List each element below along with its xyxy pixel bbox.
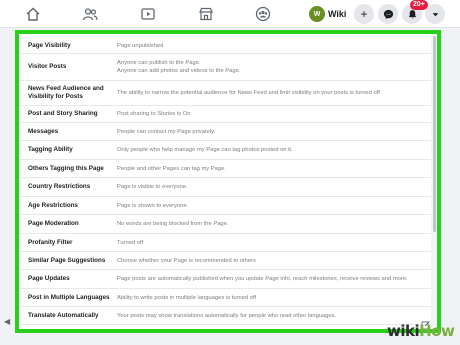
setting-value-line: Ability to write posts in multiple langu… [117, 294, 257, 301]
setting-label: Translate Automatically [28, 311, 99, 319]
settings-row[interactable]: Post and Story Sharing Post sharing to St… [19, 106, 431, 123]
scroll-left-icon[interactable]: ◀ [4, 317, 12, 326]
setting-value: Most recent comments are shown for my Pa… [113, 325, 431, 334]
messenger-button[interactable] [378, 4, 398, 24]
marketplace-icon[interactable] [197, 5, 215, 23]
setting-label: Post in Multiple Languages [28, 293, 110, 301]
settings-row[interactable]: Similar Page Suggestions Choose whether y… [19, 252, 431, 270]
settings-row[interactable]: Profanity Filter Turned off [19, 234, 431, 252]
settings-row[interactable]: Page Visibility Page unpublished [19, 38, 431, 54]
setting-value-line: The ability to narrow the potential audi… [117, 90, 380, 96]
setting-value: People and other Pages can tag my Page. [113, 160, 431, 177]
setting-label: Tagging Ability [28, 146, 73, 153]
setting-value-line: Most recent comments are shown for my Pa… [117, 330, 431, 334]
setting-label: Messages [28, 127, 59, 135]
watch-video-icon[interactable] [139, 5, 157, 23]
setting-value-line: Page posts are automatically published w… [117, 276, 408, 282]
setting-value-line: Your posts may show translations automat… [117, 312, 337, 319]
messenger-icon [383, 9, 393, 19]
setting-label: Others Tagging this Page [28, 164, 104, 172]
watermark-part2: How [419, 322, 455, 340]
settings-row[interactable]: Messages People can contact my Page priva… [19, 123, 431, 141]
setting-label: Page Updates [28, 275, 70, 282]
scrollbar-thumb[interactable] [433, 36, 436, 232]
setting-value-line: Page is shown to everyone. [117, 202, 189, 209]
avatar: W [309, 6, 325, 22]
setting-value-line: People and other Pages can tag my Page. [117, 165, 226, 172]
account-menu-button[interactable] [425, 4, 445, 24]
setting-value-line: No words are being blocked from the Page… [117, 221, 229, 227]
settings-row[interactable]: Comment Ranking Most recent comments are … [19, 325, 431, 334]
settings-row[interactable]: Others Tagging this Page People and other… [19, 160, 431, 178]
settings-row[interactable]: Page Moderation No words are being blocke… [19, 215, 431, 234]
setting-label: Page Moderation [28, 220, 79, 227]
setting-label: Country Restrictions [28, 183, 91, 190]
setting-value: Your posts may show translations automat… [113, 307, 431, 324]
wikihow-watermark: wikiHow [387, 322, 455, 340]
bell-icon [408, 9, 416, 18]
setting-value-line: Turned off [117, 239, 144, 246]
setting-value-line: Anyone can add photos and videos to the … [117, 68, 241, 74]
plus-icon: + [360, 7, 368, 21]
settings-row[interactable]: Visitor Posts Anyone can publish to the P… [19, 54, 431, 81]
groups-icon[interactable] [254, 5, 272, 23]
setting-value-line: Post sharing to Stories is On [117, 111, 191, 117]
settings-row[interactable]: Age Restrictions Page is shown to everyon… [19, 197, 431, 215]
setting-label: Similar Page Suggestions [28, 256, 106, 264]
caret-down-icon [432, 12, 438, 16]
create-button[interactable]: + [354, 4, 374, 24]
setting-value: Turned off [113, 234, 431, 251]
setting-value: Ability to write posts in multiple langu… [113, 289, 431, 306]
setting-label: Page Visibility [28, 41, 71, 49]
setting-label: Post and Story Sharing [28, 110, 98, 117]
top-navigation-bar: W Wiki + 20+ [0, 0, 460, 28]
setting-value-line: Only people who help manage my Page can … [117, 147, 293, 153]
setting-value: Anyone can publish to the Page. Anyone ca… [113, 54, 431, 80]
home-icon[interactable] [24, 5, 42, 23]
setting-value-line: People can contact my Page privately. [117, 128, 216, 135]
setting-value: The ability to narrow the potential audi… [113, 81, 431, 105]
setting-label: Visitor Posts [28, 63, 67, 70]
settings-row[interactable]: Post in Multiple Languages Ability to wri… [19, 289, 431, 307]
setting-label: Comment Ranking [19, 325, 113, 329]
setting-value-line: Choose whether your Page is recommended … [117, 257, 256, 264]
setting-value: People can contact my Page privately. [113, 123, 431, 140]
watermark-part1: wiki [387, 322, 420, 340]
setting-value: Page is visible to everyone. [113, 178, 431, 196]
setting-label: Age Restrictions [28, 201, 79, 209]
setting-value: Page posts are automatically published w… [113, 270, 431, 288]
settings-row[interactable]: Page Updates Page posts are automatically… [19, 270, 431, 289]
settings-row[interactable]: Tagging Ability Only people who help mana… [19, 141, 431, 160]
page-settings-panel: Page Visibility Page unpublished Visitor P… [15, 30, 441, 333]
scrollbar[interactable] [431, 34, 437, 329]
setting-value-line: Anyone can publish to the Page. [117, 60, 201, 66]
setting-value: Post sharing to Stories is On [113, 106, 431, 122]
friends-icon[interactable] [81, 5, 99, 23]
setting-value: No words are being blocked from the Page… [113, 215, 431, 233]
setting-value: Page unpublished [113, 38, 431, 53]
setting-value-line: Page is visible to everyone. [117, 184, 188, 190]
setting-value-line: Page unpublished [117, 42, 164, 49]
profile-name: Wiki [328, 9, 347, 19]
setting-value: Only people who help manage my Page can … [113, 141, 431, 159]
settings-row[interactable]: News Feed Audience and Visibility for Po… [19, 81, 431, 106]
setting-label: Profanity Filter [28, 238, 73, 246]
setting-value: Choose whether your Page is recommended … [113, 252, 431, 269]
profile-shortcut[interactable]: W Wiki [307, 4, 351, 24]
setting-label: News Feed Audience and Visibility for Po… [28, 85, 104, 100]
settings-row[interactable]: Country Restrictions Page is visible to e… [19, 178, 431, 197]
setting-value: Page is shown to everyone. [113, 197, 431, 214]
settings-row[interactable]: Translate Automatically Your posts may sh… [19, 307, 431, 325]
